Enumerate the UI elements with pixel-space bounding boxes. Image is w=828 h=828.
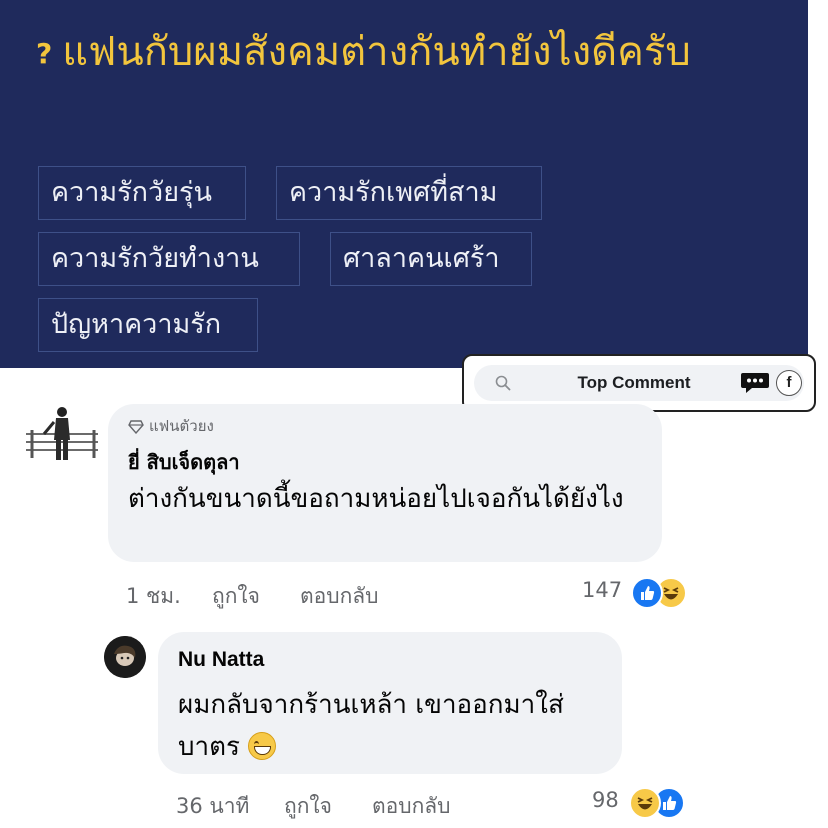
comment-text-body: ผมกลับจากร้านเหล้า เขาออกมาใส่บาตร bbox=[178, 690, 564, 762]
comment-author[interactable]: ยี่ สิบเจ็ดตุลา bbox=[128, 446, 240, 478]
top-comment-pill[interactable]: Top Comment f bbox=[474, 365, 804, 401]
avatar[interactable] bbox=[24, 400, 100, 470]
like-button[interactable]: ถูกใจ bbox=[212, 580, 260, 613]
tag-lgbt-love[interactable]: ความรักเพศที่สาม bbox=[276, 166, 542, 220]
grinning-face-emoji-icon bbox=[247, 732, 276, 760]
tag-sad-pavilion[interactable]: ศาลาคนเศร้า bbox=[330, 232, 532, 286]
forum-title: ? แฟนกับผมสังคมต่างกันทำยังไงดีครับ bbox=[36, 22, 796, 84]
chat-icon[interactable] bbox=[740, 371, 770, 395]
tag-working-love[interactable]: ความรักวัยทำงาน bbox=[38, 232, 300, 286]
forum-title-text: แฟนกับผมสังคมต่างกันทำยังไงดีครับ bbox=[62, 29, 691, 75]
comment-timestamp[interactable]: 1 ชม. bbox=[126, 580, 181, 613]
reply-bubble: Nu Natta ผมกลับจากร้านเหล้า เขาออกมาใส่บ… bbox=[158, 632, 622, 774]
facebook-icon[interactable]: f bbox=[776, 370, 802, 396]
comment-bubble: แฟนตัวยง ยี่ สิบเจ็ดตุลา ต่างกันขนาดนี้ข… bbox=[108, 404, 662, 562]
tag-teen-love[interactable]: ความรักวัยรุ่น bbox=[38, 166, 246, 220]
question-icon: ? bbox=[36, 37, 53, 70]
reply-button[interactable]: ตอบกลับ bbox=[300, 580, 379, 613]
comment-text: ต่างกันขนาดนี้ขอถามหน่อยไปเจอกันได้ยังไง bbox=[128, 484, 624, 514]
reaction-count[interactable]: 147 bbox=[582, 578, 622, 602]
top-fan-badge: แฟนตัวยง bbox=[128, 414, 214, 438]
reply-button[interactable]: ตอบกลับ bbox=[372, 790, 451, 823]
avatar[interactable] bbox=[104, 636, 146, 678]
badge-label: แฟนตัวยง bbox=[149, 417, 214, 435]
comment-timestamp[interactable]: 36 นาที bbox=[176, 790, 249, 823]
like-button[interactable]: ถูกใจ bbox=[284, 790, 332, 823]
haha-reaction-icon[interactable] bbox=[629, 787, 661, 819]
reaction-count[interactable]: 98 bbox=[592, 788, 619, 812]
diamond-icon bbox=[128, 420, 144, 435]
comment-text: ผมกลับจากร้านเหล้า เขาออกมาใส่บาตร bbox=[178, 684, 618, 768]
forum-header-panel: ? แฟนกับผมสังคมต่างกันทำยังไงดีครับ ความร… bbox=[0, 0, 808, 368]
comment-author[interactable]: Nu Natta bbox=[178, 648, 264, 672]
tag-love-problems[interactable]: ปัญหาความรัก bbox=[38, 298, 258, 352]
like-reaction-icon[interactable] bbox=[631, 577, 663, 609]
